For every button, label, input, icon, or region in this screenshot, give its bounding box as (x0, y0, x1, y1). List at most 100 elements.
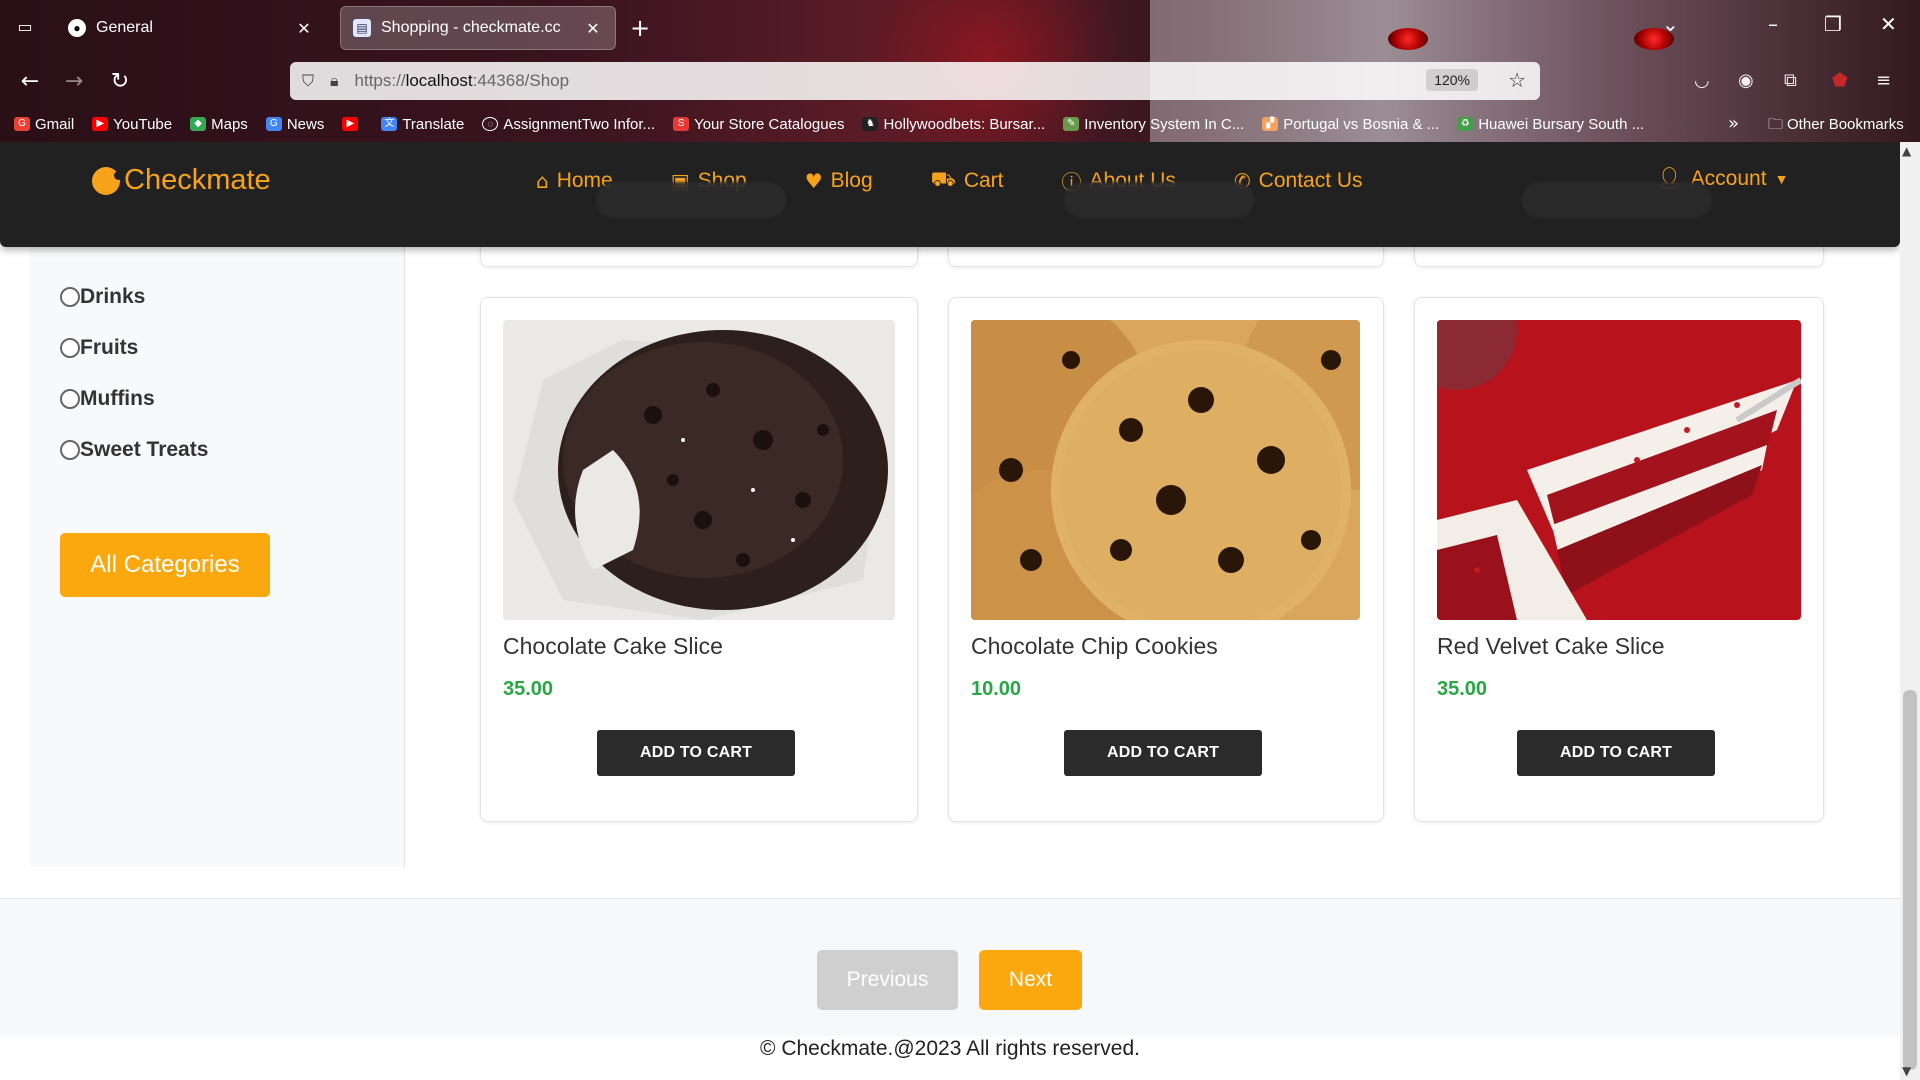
bookmark-portugal[interactable]: ▞ Portugal vs Bosnia & ... (1262, 116, 1439, 133)
home-icon: ⌂ (536, 168, 549, 193)
bookmark-inventory[interactable]: ✎ Inventory System In C... (1063, 116, 1244, 133)
recycle-icon: ♻ (1457, 117, 1474, 131)
chevron-double-right-icon[interactable]: » (1728, 113, 1739, 134)
bookmark-translate[interactable]: 文 Translate (381, 116, 464, 133)
category-label: Fruits (80, 336, 139, 359)
tab-general[interactable]: ● General ✕ (56, 6, 326, 50)
radio-button[interactable] (60, 338, 80, 358)
bookmark-youtube[interactable]: ▶ YouTube (92, 116, 172, 133)
bookmark-youtube-2[interactable]: ▶ (342, 117, 363, 131)
reload-button[interactable]: ↻ (104, 66, 136, 98)
category-sweet-treats[interactable]: Sweet Treats (60, 438, 208, 462)
next-button[interactable]: Next (979, 950, 1082, 1010)
previous-button[interactable]: Previous (817, 950, 958, 1010)
back-button[interactable]: ← (14, 66, 46, 98)
category-fruits[interactable]: Fruits (60, 336, 138, 360)
lock-icon[interactable]: 🔒︎ (330, 71, 339, 91)
leaf-icon: ✎ (1063, 117, 1080, 131)
scrollbar-thumb[interactable] (1903, 690, 1917, 1070)
bookmark-maps[interactable]: ◆ Maps (190, 116, 248, 133)
forward-button[interactable]: → (58, 66, 90, 98)
bookmark-hollywoodbets[interactable]: ♞ Hollywoodbets: Bursar... (862, 116, 1045, 133)
product-price: 10.00 (971, 678, 1022, 700)
page-icon: ▤ (353, 19, 371, 37)
bookmark-gmail[interactable]: G Gmail (14, 116, 74, 133)
caret-down-icon: ▼ (1774, 170, 1789, 187)
bookmark-label: Your Store Catalogues (694, 115, 845, 133)
news-site-icon: ▞ (1262, 117, 1279, 131)
add-to-cart-button[interactable]: ADD TO CART (597, 730, 795, 776)
globe-icon: ◌ (482, 117, 499, 131)
category-label: Drinks (80, 285, 146, 308)
tab-shopping[interactable]: ▤ Shopping - checkmate.cc ✕ (340, 6, 616, 50)
product-price: 35.00 (1437, 678, 1488, 700)
address-bar[interactable]: ⛉ 🔒︎ https://localhost:44368/Shop 120% ☆ (290, 62, 1540, 100)
product-image[interactable] (971, 320, 1360, 620)
menu-blog[interactable]: ♥ Blog (805, 166, 873, 195)
bookmark-huawei[interactable]: ♻ Huawei Bursary South ... (1457, 116, 1644, 133)
product-image[interactable] (1437, 320, 1801, 620)
bookmark-label: Inventory System In C... (1084, 115, 1245, 133)
url-scheme: https:// (354, 71, 406, 90)
bookmark-news[interactable]: G News (265, 115, 325, 133)
menu-label: Blog (830, 168, 873, 192)
radio-button[interactable] (60, 287, 80, 307)
product-image[interactable] (503, 320, 895, 620)
url-host: localhost (405, 71, 473, 90)
footer-copyright: © Checkmate.@2023 All rights reserved. (760, 1037, 1140, 1060)
category-muffins[interactable]: Muffins (60, 387, 155, 411)
add-to-cart-button-hidden (596, 182, 786, 218)
bookmark-label: News (286, 115, 325, 133)
youtube-icon: ▶ (342, 117, 359, 131)
close-icon[interactable]: ✕ (294, 19, 314, 38)
bookmark-label: Maps (211, 115, 248, 133)
pocket-icon[interactable]: ◡ (1694, 70, 1710, 91)
menu-icon[interactable]: ≡ (1876, 70, 1891, 91)
ublock-icon[interactable]: ⬟ (1832, 70, 1848, 91)
bookmark-star-icon[interactable]: ☆ (1508, 68, 1526, 92)
store-icon: S (673, 117, 690, 131)
extensions-icon[interactable]: ⧉ (1784, 70, 1797, 91)
scroll-down-icon[interactable]: ▼ (1902, 1064, 1911, 1078)
tab-list-icon[interactable]: ▭ (14, 16, 36, 38)
radio-button[interactable] (60, 440, 80, 460)
chevron-down-icon[interactable]: ⌄ (1662, 12, 1679, 36)
other-bookmarks[interactable]: 🗀︎ Other Bookmarks (1768, 114, 1904, 139)
hollywoodbets-icon: ♞ (862, 117, 879, 131)
product-card: Chocolate Cake Slice 35.00 ADD TO CART (480, 297, 918, 822)
menu-contact[interactable]: ✆ Contact Us (1234, 166, 1363, 195)
add-to-cart-button[interactable]: ADD TO CART (1064, 730, 1262, 776)
close-window-button[interactable]: ✕ (1880, 12, 1897, 36)
navigation-toolbar: ← → ↻ ⛉ 🔒︎ https://localhost:44368/Shop … (0, 56, 1920, 108)
account-icon[interactable]: ◉ (1738, 70, 1754, 91)
bookmarks-bar: G Gmail ▶ YouTube ◆ Maps G News ▶ 文 Translate… (0, 110, 1920, 138)
all-categories-button[interactable]: All Categories (60, 533, 270, 597)
product-name[interactable]: Chocolate Chip Cookies (971, 633, 1218, 660)
product-name[interactable]: Red Velvet Cake Slice (1437, 633, 1665, 660)
restore-button[interactable]: ❐ (1824, 12, 1842, 36)
menu-label: Contact Us (1258, 168, 1363, 192)
new-tab-button[interactable]: + (630, 14, 650, 42)
web-page: Checkmate ⌂ Home ▣ Shop ♥ Blog ⛟ Cart ⓘ About… (0, 142, 1900, 1080)
minimize-button[interactable]: – (1768, 12, 1778, 36)
menu-cart[interactable]: ⛟ Cart (931, 166, 1004, 195)
close-icon[interactable]: ✕ (583, 19, 603, 38)
translate-icon: 文 (381, 117, 398, 131)
github-icon: ● (68, 19, 86, 37)
shield-icon[interactable]: ⛉ (302, 71, 314, 91)
zoom-level[interactable]: 120% (1426, 69, 1478, 91)
bookmark-assignment[interactable]: ◌ AssignmentTwo Infor... (482, 116, 655, 133)
add-to-cart-button[interactable]: ADD TO CART (1517, 730, 1715, 776)
scroll-up-icon[interactable]: ▲ (1902, 144, 1911, 158)
category-label: Sweet Treats (80, 438, 209, 461)
bookmark-label: Huawei Bursary South ... (1478, 115, 1645, 133)
site-logo[interactable]: Checkmate (92, 164, 271, 197)
bookmark-label: Gmail (35, 115, 75, 133)
menu-label: Cart (963, 168, 1004, 192)
product-card: Chocolate Chip Cookies 10.00 ADD TO CART (948, 297, 1384, 822)
product-name[interactable]: Chocolate Cake Slice (503, 633, 723, 660)
bookmark-label: AssignmentTwo Infor... (503, 115, 656, 133)
radio-button[interactable] (60, 389, 80, 409)
category-drinks[interactable]: Drinks (60, 285, 145, 309)
bookmark-store-catalogues[interactable]: S Your Store Catalogues (673, 116, 844, 133)
